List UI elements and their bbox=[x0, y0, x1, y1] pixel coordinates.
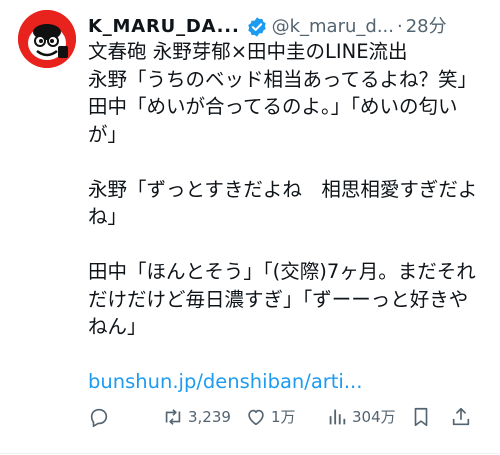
reply-button[interactable] bbox=[88, 402, 110, 432]
text-line: ね」 bbox=[88, 205, 128, 228]
heart-icon bbox=[248, 409, 264, 426]
divider bbox=[0, 453, 500, 454]
text-line: が」 bbox=[88, 122, 128, 146]
share-button[interactable] bbox=[450, 402, 472, 432]
retweet-arrows-icon bbox=[165, 409, 181, 425]
views-count: 304万 bbox=[352, 408, 396, 426]
separator-dot: · bbox=[396, 16, 403, 37]
retweet-count: 3,239 bbox=[188, 408, 231, 426]
text-line: 田中「ほんとそう」「(交際)7ヶ月。まだそれ bbox=[88, 260, 476, 283]
display-name[interactable]: K_MARU_DA... bbox=[88, 13, 240, 41]
like-count: 1万 bbox=[271, 408, 296, 426]
action-bar: 3,239 1万 304万 bbox=[88, 402, 488, 432]
avatar[interactable] bbox=[18, 10, 76, 68]
tweet-card[interactable]: K_MARU_DA... @k_maru_d... · 28分 文春砲 永野芽郁×田… bbox=[0, 0, 500, 455]
tweet-header: K_MARU_DA... @k_maru_d... · 28分 bbox=[88, 13, 493, 41]
bookmark-icon bbox=[414, 407, 428, 427]
views-button[interactable]: 304万 bbox=[326, 402, 396, 432]
retweet-button[interactable]: 3,239 bbox=[162, 402, 231, 432]
text-line: 永野「うちのベッド相当あってるよね？笑」 bbox=[88, 67, 478, 91]
text-line: だけだけど毎日濃すぎ」「ずーーっと好きや bbox=[88, 287, 469, 311]
tweet-text: 文春砲 永野芽郁×田中圭のLINE流出 永野「うちのベッド相当あってるよね？笑」… bbox=[88, 38, 488, 396]
verified-badge-icon bbox=[247, 17, 266, 37]
mascot-avatar-icon bbox=[18, 10, 76, 68]
text-line: 永野「ずっとすきだよね 相思相愛すぎだよ bbox=[88, 177, 478, 201]
speech-bubble-icon bbox=[90, 408, 108, 427]
text-line: 文春砲 永野芽郁×田中圭のLINE流出 bbox=[88, 40, 408, 63]
article-link[interactable]: bunshun.jp/denshiban/arti... bbox=[88, 368, 488, 396]
bookmark-button[interactable] bbox=[410, 402, 432, 432]
timestamp[interactable]: 28分 bbox=[406, 13, 447, 41]
share-upload-icon bbox=[452, 407, 470, 426]
like-button[interactable]: 1万 bbox=[245, 402, 296, 432]
user-handle[interactable]: @k_maru_d... bbox=[272, 13, 394, 41]
bar-chart-icon bbox=[329, 409, 346, 425]
text-line: 田中「めいが合ってるのよ。」「めいの匂い bbox=[88, 95, 458, 118]
text-line: ねん」 bbox=[88, 315, 147, 338]
